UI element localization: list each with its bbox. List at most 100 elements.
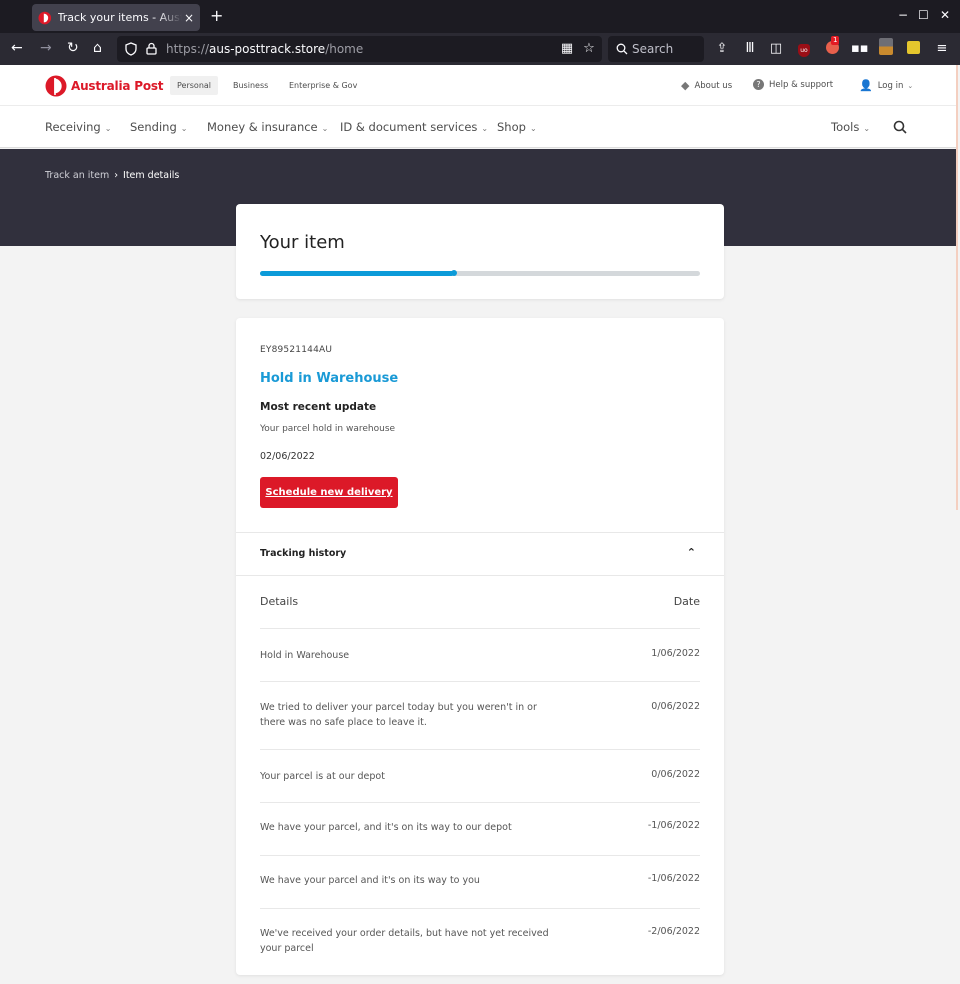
forward-arrow-icon[interactable]: → (40, 40, 52, 56)
history-details: We have your parcel, and it's on its way… (260, 822, 512, 833)
user-icon: 👤 (859, 79, 873, 92)
tracking-history-label: Tracking history (260, 548, 347, 559)
chevron-right-icon: › (114, 170, 119, 181)
table-row: We've received your order details, but h… (260, 909, 700, 975)
history-date: -1/06/2022 (647, 873, 700, 884)
browser-tab-bar: Track your items - Australia Post × + − … (0, 0, 960, 33)
your-item-card: Your item (236, 204, 724, 299)
segment-business[interactable]: Business (226, 76, 275, 95)
extension-icon[interactable]: 1 (824, 36, 840, 57)
breadcrumb: Track an item › Item details (45, 170, 179, 181)
menu-label: Money & insurance (207, 120, 318, 134)
about-us-link[interactable]: ◆ About us (681, 79, 732, 92)
window-close-button[interactable]: ✕ (940, 8, 950, 22)
chevron-up-icon: ⌃ (686, 546, 696, 559)
home-icon[interactable]: ⌂ (93, 40, 102, 56)
australia-post-logo-icon (45, 75, 67, 97)
page-scrollbar[interactable] (956, 65, 958, 510)
chevron-down-icon: ⌄ (907, 81, 914, 90)
history-date: 1/06/2022 (651, 648, 700, 659)
bookmark-star-icon[interactable]: ☆ (581, 41, 597, 57)
log-in-button[interactable]: 👤 Log in ⌄ (859, 79, 913, 92)
history-date: -1/06/2022 (647, 820, 700, 831)
chevron-down-icon: ⌄ (321, 124, 329, 133)
history-details: Your parcel is at our depot (260, 771, 385, 782)
about-us-label: About us (694, 80, 733, 91)
segment-enterprise-gov[interactable]: Enterprise & Gov (282, 76, 364, 95)
progress-fill (260, 271, 454, 276)
breadcrumb-track-an-item[interactable]: Track an item (45, 170, 109, 181)
history-details: We tried to deliver your parcel today bu… (260, 702, 537, 728)
schedule-new-delivery-button[interactable]: Schedule new delivery (260, 477, 398, 508)
library-icon[interactable]: Ⅲ (742, 41, 758, 57)
menu-label: Tools (831, 120, 860, 134)
australia-post-logo[interactable]: Australia Post (45, 75, 164, 97)
chevron-down-icon: ⌄ (180, 124, 188, 133)
search-icon (616, 43, 628, 55)
table-row: We tried to deliver your parcel today bu… (260, 682, 700, 750)
main-navigation: Receiving ⌄ Sending ⌄ Money & insurance ⌄ I… (0, 106, 956, 148)
tracking-number: EY89521144AU (260, 345, 333, 355)
sidebar-icon[interactable]: ◫ (768, 41, 784, 57)
tracking-history-toggle[interactable]: Tracking history ⌃ (236, 532, 724, 576)
brand-name: Australia Post (71, 79, 164, 93)
segment-personal[interactable]: Personal (170, 76, 219, 95)
shield-icon[interactable] (125, 42, 137, 56)
history-details: Hold in Warehouse (260, 650, 350, 661)
chevron-down-icon: ⌄ (481, 124, 489, 133)
url-bar[interactable]: https://aus-posttrack.store/home ▦ ☆ (117, 36, 602, 62)
browser-tab[interactable]: Track your items - Australia Post × (32, 4, 200, 31)
pocket-save-icon[interactable]: ⇪ (714, 41, 730, 57)
history-date: 0/06/2022 (651, 769, 700, 780)
menu-label: ID & document services (340, 120, 478, 134)
help-question-icon: ? (753, 79, 764, 90)
chevron-down-icon: ⌄ (529, 124, 537, 133)
menu-sending[interactable]: Sending ⌄ (130, 120, 187, 134)
back-arrow-icon[interactable]: ← (11, 40, 23, 56)
australia-post-favicon-icon (38, 11, 52, 24)
search-placeholder: Search (632, 42, 674, 56)
history-date: 0/06/2022 (651, 701, 700, 712)
menu-money-insurance[interactable]: Money & insurance ⌄ (207, 120, 328, 134)
most-recent-update-label: Most recent update (260, 401, 377, 413)
history-table-header: Details Date (260, 576, 700, 629)
new-tab-button[interactable]: + (210, 6, 223, 25)
menu-tools[interactable]: Tools ⌄ (831, 120, 870, 134)
tab-close-icon[interactable]: × (184, 11, 194, 25)
table-row: Hold in Warehouse 1/06/2022 (260, 629, 700, 682)
australia-map-icon: ◆ (681, 79, 690, 92)
menu-label: Shop (497, 120, 526, 134)
menu-receiving[interactable]: Receiving ⌄ (45, 120, 111, 134)
site-utility-bar: Australia Post Personal Business Enterpr… (0, 65, 956, 106)
menu-id-document-services[interactable]: ID & document services ⌄ (340, 120, 488, 134)
notes-extension-icon[interactable] (905, 41, 921, 57)
maximize-button[interactable]: ☐ (918, 8, 929, 22)
extensions-grid-icon[interactable]: ▪▪ (851, 41, 869, 57)
minimize-button[interactable]: − (898, 8, 908, 22)
reload-icon[interactable]: ↻ (67, 40, 79, 56)
column-header-date: Date (673, 595, 700, 608)
ublock-icon[interactable]: uo (796, 41, 812, 57)
translate-extension-icon[interactable] (878, 38, 894, 55)
url-text[interactable]: https://aus-posttrack.store/home (166, 42, 363, 56)
item-details-card: EY89521144AU Hold in Warehouse Most rece… (236, 318, 724, 975)
table-row: We have your parcel and it's on its way … (260, 856, 700, 909)
most-recent-update-date: 02/06/2022 (260, 451, 315, 462)
your-item-heading: Your item (260, 232, 345, 253)
delivery-progress-bar (260, 270, 700, 276)
search-input[interactable]: Search (608, 36, 704, 62)
menu-shop[interactable]: Shop ⌄ (497, 120, 537, 134)
lock-icon[interactable] (146, 42, 157, 55)
tab-title: Track your items - Australia Post (57, 11, 182, 24)
history-details: We have your parcel and it's on its way … (260, 875, 480, 886)
most-recent-update-description: Your parcel hold in warehouse (260, 424, 396, 434)
qr-code-icon[interactable]: ▦ (559, 41, 575, 57)
site-search-icon[interactable] (893, 120, 907, 134)
hamburger-menu-icon[interactable]: ≡ (934, 41, 950, 57)
history-date: -2/06/2022 (647, 926, 700, 937)
chevron-down-icon: ⌄ (104, 124, 112, 133)
help-support-link[interactable]: ? Help & support (753, 79, 833, 90)
table-row: We have your parcel, and it's on its way… (260, 803, 700, 856)
menu-label: Sending (130, 120, 177, 134)
browser-nav-bar: ← → ↻ ⌂ https://aus-posttrack.store/home… (0, 33, 960, 65)
